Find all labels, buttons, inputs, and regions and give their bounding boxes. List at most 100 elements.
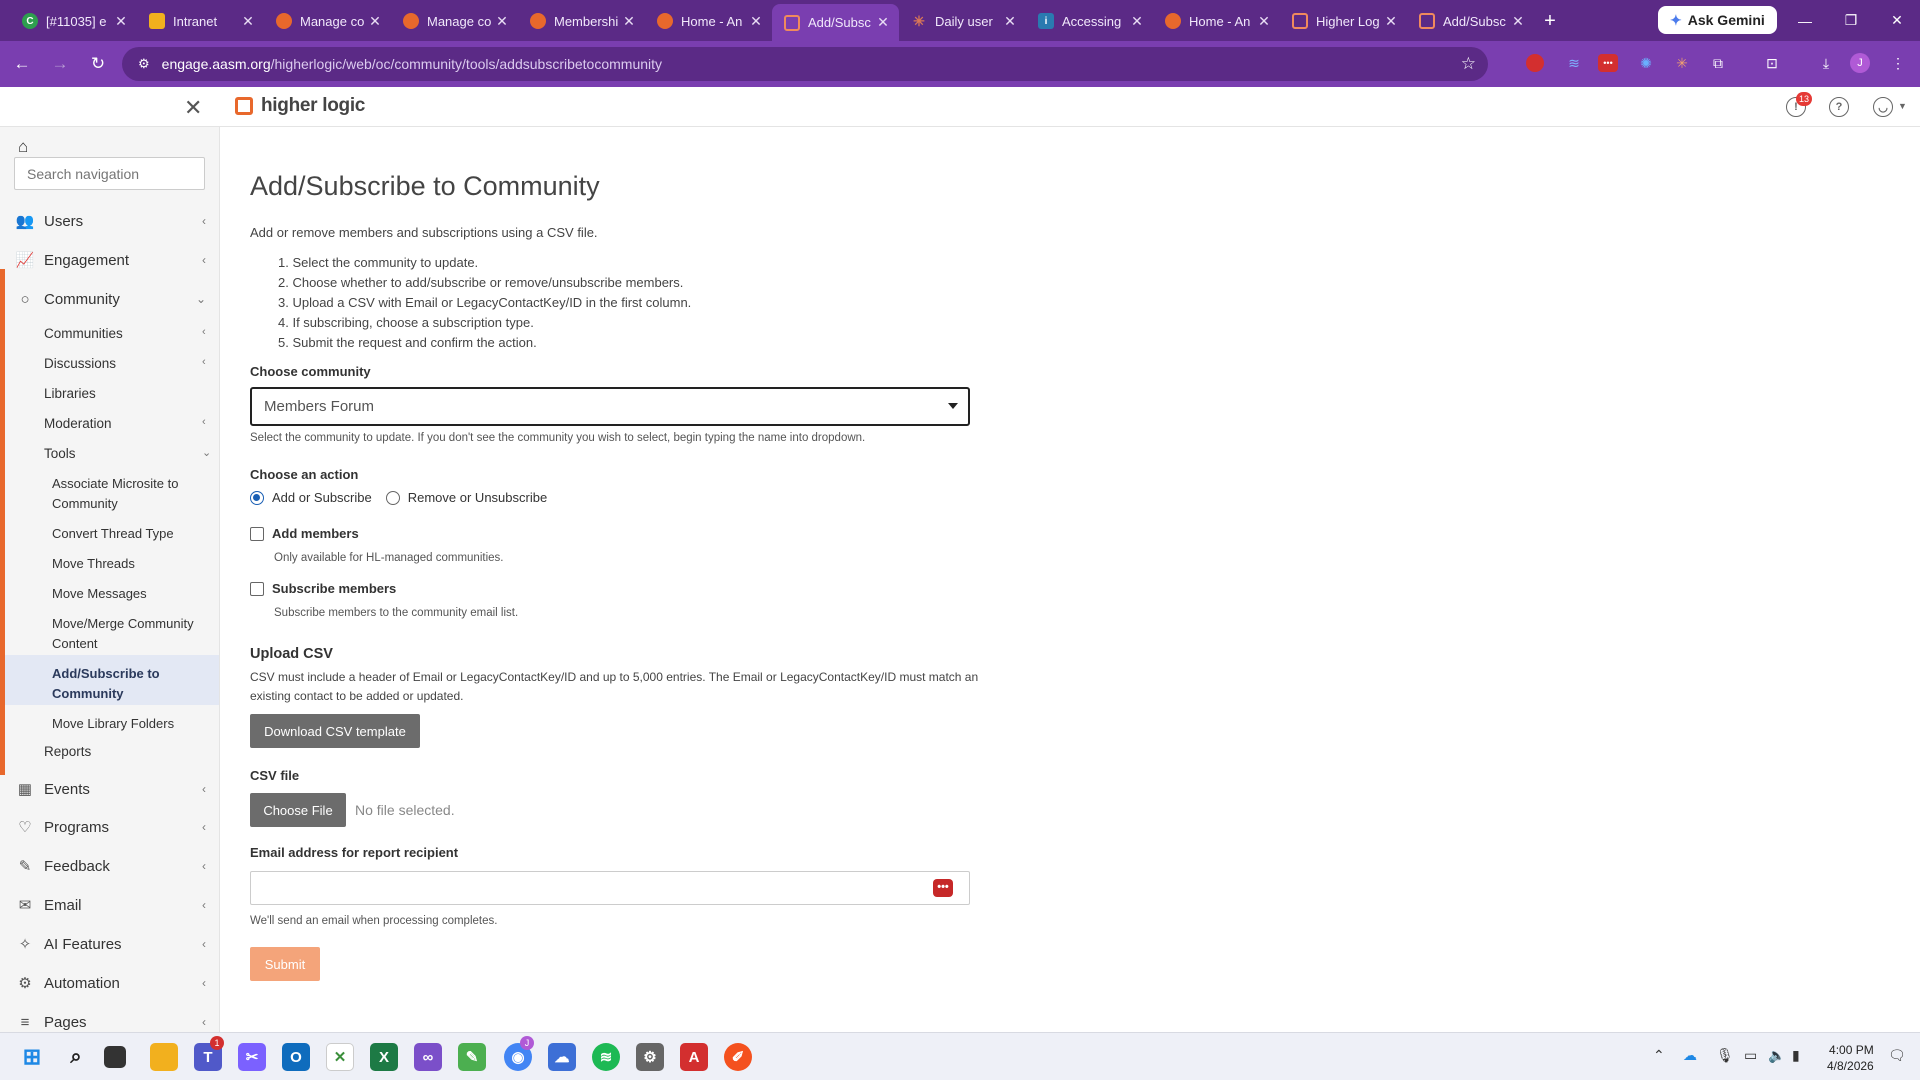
add-members-checkbox[interactable] — [250, 526, 264, 541]
battery-icon[interactable]: ▮ — [1792, 1047, 1800, 1064]
sidebar-item-associate-microsite[interactable]: Associate Microsite to Community — [52, 474, 202, 514]
file-explorer-icon[interactable] — [150, 1043, 178, 1071]
subscribe-members-option[interactable]: Subscribe members — [250, 581, 396, 596]
close-tab-icon[interactable]: ✕ — [1002, 13, 1018, 30]
sidebar-item-move-merge-content[interactable]: Move/Merge Community Content — [52, 614, 202, 654]
sidebar-item-move-threads[interactable]: Move Threads — [52, 554, 202, 574]
network-icon[interactable]: ▭ — [1744, 1047, 1757, 1064]
sidebar-item-feedback[interactable]: ✎ Feedback ‹ — [0, 850, 219, 882]
extension-claude-icon[interactable]: ✳ — [1670, 51, 1694, 75]
add-members-option[interactable]: Add members — [250, 526, 359, 541]
sidebar-item-programs[interactable]: ♡ Programs ‹ — [0, 811, 219, 843]
browser-tab[interactable]: Home - An ✕ — [645, 4, 772, 38]
extension-blue-icon[interactable]: ≋ — [1562, 51, 1586, 75]
reload-button[interactable]: ↻ — [82, 48, 114, 80]
excel-icon[interactable]: X — [370, 1043, 398, 1071]
submit-button[interactable]: Submit — [250, 947, 320, 981]
minimize-button[interactable]: — — [1782, 0, 1828, 41]
image-editor-icon[interactable]: ✕ — [326, 1043, 354, 1071]
sidebar-item-tools[interactable]: Tools ⌄ — [44, 446, 211, 461]
email-recipient-input[interactable]: ••• — [250, 871, 970, 905]
close-tab-icon[interactable]: ✕ — [1510, 13, 1526, 30]
outlook-icon[interactable]: O — [282, 1043, 310, 1071]
settings-icon[interactable]: ⚙ — [636, 1043, 664, 1071]
sidebar-item-moderation[interactable]: Moderation ‹ — [44, 416, 206, 431]
forward-button[interactable]: → — [44, 48, 76, 80]
sidebar-item-events[interactable]: ▦ Events ‹ — [0, 773, 219, 805]
radio-remove-unsubscribe[interactable] — [385, 490, 400, 505]
close-sidebar-icon[interactable]: ✕ — [184, 95, 202, 121]
browser-tab[interactable]: Add/Subsc ✕ — [1407, 4, 1534, 38]
close-tab-icon[interactable]: ✕ — [113, 13, 129, 30]
task-view-icon[interactable] — [104, 1046, 126, 1068]
download-csv-template-button[interactable]: Download CSV template — [250, 714, 420, 748]
drawing-app-icon[interactable]: ✐ — [724, 1043, 752, 1071]
system-clock[interactable]: 4:00 PM 4/8/2026 — [1827, 1042, 1874, 1074]
tray-overflow-icon[interactable]: ⌃ — [1653, 1047, 1665, 1064]
close-tab-icon[interactable]: ✕ — [621, 13, 637, 30]
extensions-puzzle-icon[interactable]: ⧉ — [1706, 51, 1730, 75]
browser-tab[interactable]: i Accessing ✕ — [1026, 4, 1153, 38]
sidebar-item-community[interactable]: ○ Community ⌄ — [0, 283, 219, 315]
sidebar-item-ai-features[interactable]: ✧ AI Features ‹ — [0, 928, 219, 960]
browser-menu-icon[interactable]: ⋮ — [1886, 51, 1910, 75]
profile-avatar[interactable]: J — [1850, 53, 1870, 73]
download-icon[interactable]: ⤓ — [1814, 51, 1838, 75]
close-tab-icon[interactable]: ✕ — [1129, 13, 1145, 30]
extension-red-icon[interactable] — [1526, 54, 1544, 72]
search-icon[interactable]: ⌕ — [62, 1043, 90, 1071]
help-icon[interactable]: ? — [1829, 97, 1849, 117]
visual-studio-icon[interactable]: ∞ — [414, 1043, 442, 1071]
browser-tab[interactable]: Intranet ✕ — [137, 4, 264, 38]
close-tab-icon[interactable]: ✕ — [1256, 13, 1272, 30]
sidebar-item-add-subscribe[interactable]: Add/Subscribe to Community — [52, 664, 202, 704]
sidebar-item-engagement[interactable]: 📈 Engagement ‹ — [0, 244, 219, 276]
site-settings-icon[interactable]: ⚙ — [138, 56, 150, 72]
browser-tab-active[interactable]: Add/Subsc ✕ — [772, 4, 899, 41]
sidebar-item-reports[interactable]: Reports — [44, 744, 91, 759]
sidebar-item-users[interactable]: 👥 Users ‹ — [0, 205, 219, 237]
address-bar[interactable]: ⚙ engage.aasm.org/higherlogic/web/oc/com… — [122, 47, 1488, 81]
extension-gear-icon[interactable]: ✺ — [1634, 51, 1658, 75]
browser-tab[interactable]: ✳ Daily user ✕ — [899, 4, 1026, 38]
sidebar-item-email[interactable]: ✉ Email ‹ — [0, 889, 219, 921]
browser-tab[interactable]: Home - An ✕ — [1153, 4, 1280, 38]
choose-file-button[interactable]: Choose File — [250, 793, 346, 827]
close-tab-icon[interactable]: ✕ — [875, 14, 891, 31]
sidebar-item-communities[interactable]: Communities ‹ — [44, 326, 206, 341]
close-window-button[interactable]: ✕ — [1874, 0, 1920, 41]
restore-button[interactable]: ❐ — [1828, 0, 1874, 41]
close-tab-icon[interactable]: ✕ — [494, 13, 510, 30]
browser-tab[interactable]: Manage co ✕ — [391, 4, 518, 38]
onedrive-icon[interactable]: ☁ — [1683, 1047, 1697, 1064]
ask-gemini-button[interactable]: ✦ Ask Gemini — [1658, 6, 1777, 34]
user-account-icon[interactable]: ◡ — [1873, 97, 1893, 117]
password-manager-icon[interactable]: ••• — [933, 879, 953, 897]
extension-meter-icon[interactable]: ••• — [1598, 54, 1618, 72]
subscribe-members-checkbox[interactable] — [250, 581, 264, 596]
browser-tab[interactable]: C [#11035] e ✕ — [10, 4, 137, 38]
close-tab-icon[interactable]: ✕ — [748, 13, 764, 30]
browser-tab[interactable]: Higher Log ✕ — [1280, 4, 1407, 38]
higher-logic-logo[interactable]: higher logic — [235, 95, 365, 117]
spotify-icon[interactable]: ≋ — [592, 1043, 620, 1071]
radio-remove-unsubscribe-label[interactable]: Remove or Unsubscribe — [408, 490, 547, 505]
sidebar-item-libraries[interactable]: Libraries — [44, 386, 96, 401]
close-tab-icon[interactable]: ✕ — [367, 13, 383, 30]
back-button[interactable]: ← — [6, 48, 38, 80]
sidebar-item-convert-thread-type[interactable]: Convert Thread Type — [52, 524, 202, 544]
sidebar-item-move-library-folders[interactable]: Move Library Folders — [52, 714, 202, 734]
search-navigation-input[interactable] — [14, 157, 205, 190]
community-select[interactable]: Members Forum — [250, 387, 970, 426]
account-caret-icon[interactable]: ▼ — [1898, 101, 1907, 111]
radio-add-subscribe[interactable] — [250, 490, 264, 505]
notification-center-icon[interactable]: 🗨 — [1888, 1047, 1906, 1064]
home-icon[interactable]: ⌂ — [18, 137, 28, 157]
browser-tab[interactable]: Manage co ✕ — [264, 4, 391, 38]
browser-tab[interactable]: Membershi ✕ — [518, 4, 645, 38]
new-tab-button[interactable]: + — [1534, 10, 1566, 33]
snipping-tool-icon[interactable]: ✂ — [238, 1043, 266, 1071]
tab-search-icon[interactable]: ⊡ — [1760, 51, 1784, 75]
sidebar-item-pages[interactable]: ≡ Pages ‹ — [0, 1006, 219, 1032]
close-tab-icon[interactable]: ✕ — [240, 13, 256, 30]
